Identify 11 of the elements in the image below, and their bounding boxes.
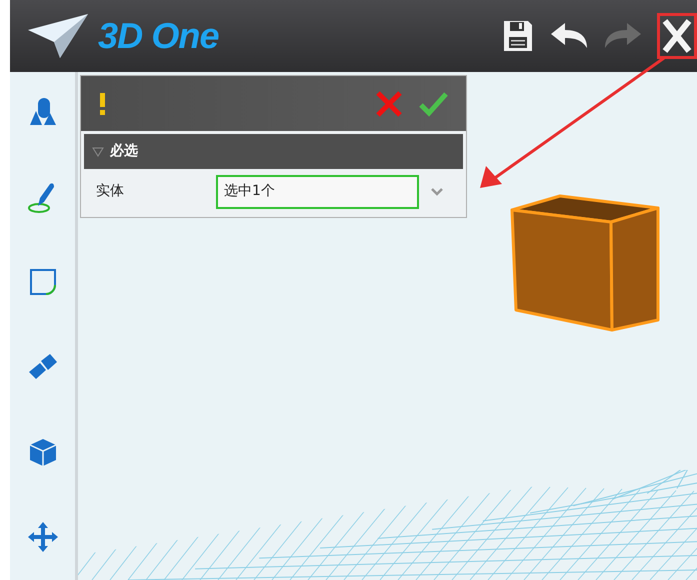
triangle-toggle-icon: [92, 146, 104, 156]
section-header[interactable]: 必选: [84, 134, 463, 169]
app-logo: 3D One: [98, 14, 219, 58]
save-icon[interactable]: [501, 19, 535, 53]
close-button[interactable]: [657, 13, 697, 59]
selection-field[interactable]: 选中1个: [216, 174, 419, 208]
paper-plane-icon: [26, 12, 90, 60]
chevron-down-icon: [431, 188, 443, 196]
field-label: 实体: [96, 182, 125, 201]
warning-icon: [99, 92, 105, 114]
close-icon: [662, 18, 692, 54]
